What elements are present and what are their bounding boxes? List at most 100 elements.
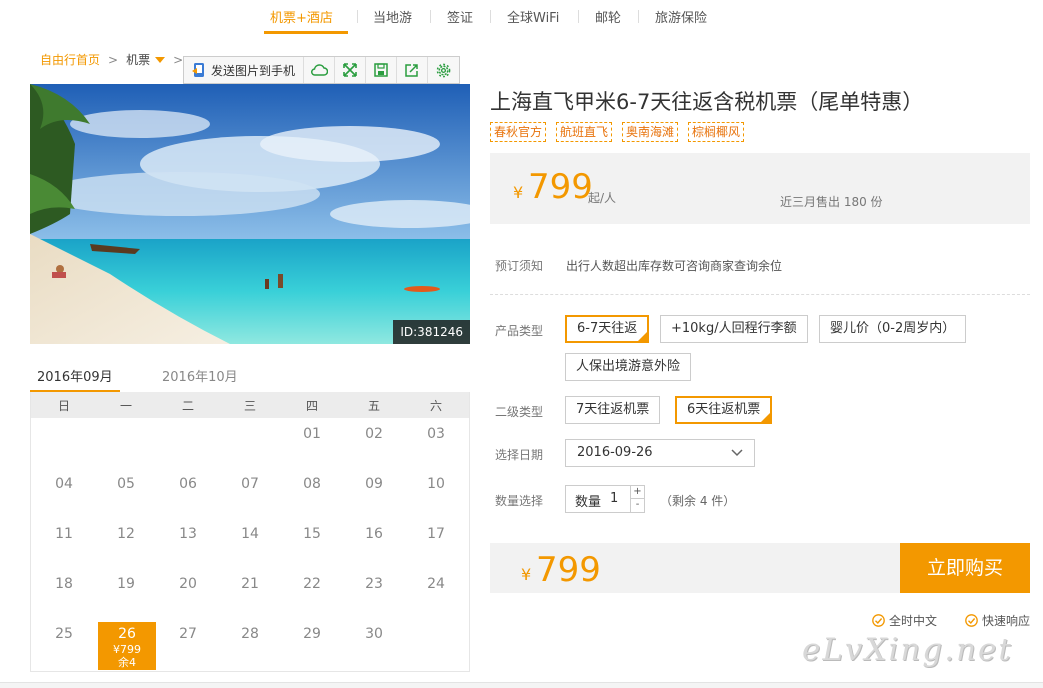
option-travel-insurance[interactable]: 人保出境游意外险: [565, 353, 692, 381]
nav-visa[interactable]: 签证: [447, 7, 473, 26]
nav-divider: [490, 10, 491, 23]
nav-flight-hotel[interactable]: 机票+酒店: [270, 7, 333, 26]
calendar-day: 12: [117, 526, 135, 542]
remaining-stock: （剩余 4 件）: [660, 494, 736, 508]
nav-cruise[interactable]: 邮轮: [595, 7, 621, 26]
price-unit: 起/人: [588, 191, 617, 205]
send-to-phone-button[interactable]: 发送图片到手机: [184, 57, 305, 83]
product-title: 上海直飞甲米6-7天往返含税机票（尾单特惠）: [490, 90, 924, 114]
settings-button[interactable]: [428, 57, 459, 83]
notice-text: 出行人数超出库存数可咨询商家查询余位: [566, 259, 783, 273]
calendar-day: 09: [365, 476, 383, 492]
weekday-label: 五: [367, 399, 380, 413]
nav-wifi[interactable]: 全球WiFi: [507, 7, 559, 26]
calendar: 日 一 二 三 四 五 六 01 02 03 04 05 06 07 08 09…: [30, 392, 470, 672]
calendar-day: 06: [179, 476, 197, 492]
quantity-label: 数量选择: [495, 494, 544, 508]
date-value: 2016-09-26: [577, 445, 653, 460]
currency-symbol: ¥: [521, 565, 532, 584]
fullscreen-button[interactable]: [335, 57, 367, 83]
watermark: eLvXing.net: [802, 632, 1013, 668]
calendar-day: 22: [303, 576, 321, 592]
calendar-day-selected[interactable]: 26 ¥799 余4: [98, 622, 156, 670]
share-icon: [405, 64, 418, 77]
assurance-fast-response: 快速响应: [965, 612, 1030, 629]
breadcrumb-ticket[interactable]: 机票: [126, 53, 150, 67]
calendar-day: 18: [55, 576, 73, 592]
option-infant-price[interactable]: 婴儿价（0-2周岁内）: [819, 315, 967, 343]
beach-image: [30, 84, 470, 344]
option-6-day-ticket[interactable]: 6天往返机票: [675, 396, 773, 424]
calendar-day: 30: [365, 626, 383, 642]
send-to-phone-label: 发送图片到手机: [211, 63, 296, 78]
caret-down-icon[interactable]: [155, 57, 166, 63]
date-label: 选择日期: [495, 448, 544, 462]
selected-day-remain: 余4: [118, 656, 136, 669]
quantity-value[interactable]: 1: [610, 491, 618, 506]
calendar-day: 29: [303, 626, 321, 642]
product-type-label: 产品类型: [495, 324, 544, 338]
sales-count: 近三月售出 180 份: [780, 195, 883, 209]
weekday-label: 二: [181, 399, 194, 413]
tab-month-oct[interactable]: 2016年10月: [162, 366, 238, 385]
calendar-day: 04: [55, 476, 73, 492]
bottom-bar: [0, 682, 1043, 688]
weekday-label: 四: [305, 399, 318, 413]
breadcrumb-separator: >: [108, 53, 119, 67]
buy-now-button[interactable]: 立即购买: [900, 543, 1030, 593]
calendar-day: 28: [241, 626, 259, 642]
selected-day-number: 26: [118, 626, 136, 642]
expand-icon: [343, 63, 357, 77]
assurance-label: 全时中文: [889, 614, 938, 628]
calendar-day: 20: [179, 576, 197, 592]
calendar-day: 07: [241, 476, 259, 492]
save-button[interactable]: [366, 57, 398, 83]
weekday-label: 三: [243, 399, 256, 413]
check-badge-icon: [872, 614, 885, 627]
phone-icon: [192, 63, 204, 77]
weekday-label: 日: [57, 399, 70, 413]
calendar-day: 27: [179, 626, 197, 642]
calendar-day: 01: [303, 426, 321, 442]
calendar-day: 21: [241, 576, 259, 592]
date-select[interactable]: 2016-09-26: [565, 439, 755, 467]
product-tag: 奥南海滩: [622, 122, 679, 142]
product-tag: 春秋官方: [490, 122, 547, 142]
quantity-increase-button[interactable]: +: [630, 486, 644, 499]
calendar-day: 08: [303, 476, 321, 492]
breadcrumb: 自由行首页 > 机票 >: [40, 51, 191, 68]
share-button[interactable]: [397, 57, 429, 83]
price-box: ¥ 799 起/人 近三月售出 180 份: [490, 153, 1030, 224]
notice-label: 预订须知: [495, 259, 544, 273]
product-photo[interactable]: ID:381246: [30, 84, 470, 344]
option-extra-baggage[interactable]: +10kg/人回程行李额: [660, 315, 808, 343]
calendar-day: 11: [55, 526, 73, 542]
nav-divider: [638, 10, 639, 23]
product-tag: 棕榈椰风: [688, 122, 745, 142]
product-tags: 春秋官方 航班直飞 奥南海滩 棕榈椰风: [490, 122, 754, 142]
option-6-7-days[interactable]: 6-7天往返: [565, 315, 650, 343]
calendar-day: 14: [241, 526, 259, 542]
photo-id-tag: ID:381246: [393, 320, 470, 344]
tab-month-sep[interactable]: 2016年09月: [37, 366, 113, 385]
weekday-label: 六: [429, 399, 442, 413]
nav-local-tour[interactable]: 当地游: [373, 7, 412, 26]
quantity-stepper[interactable]: 数量 1 + -: [565, 485, 645, 513]
calendar-day: 19: [117, 576, 135, 592]
currency-symbol: ¥: [513, 183, 524, 202]
breadcrumb-home[interactable]: 自由行首页: [40, 53, 100, 67]
nav-insurance[interactable]: 旅游保险: [655, 7, 707, 26]
nav-active-indicator: [264, 31, 348, 34]
cloud-button[interactable]: [304, 57, 336, 83]
quantity-field-label: 数量: [575, 495, 602, 510]
calendar-day: 05: [117, 476, 135, 492]
cloud-icon: [310, 64, 328, 76]
calendar-day: 13: [179, 526, 197, 542]
divider: [490, 294, 1030, 295]
nav-divider: [357, 10, 358, 23]
calendar-weekday-header: 日 一 二 三 四 五 六: [31, 392, 469, 418]
assurance-chinese-service: 全时中文: [872, 612, 937, 629]
option-7-day-ticket[interactable]: 7天往返机票: [565, 396, 661, 424]
quantity-decrease-button[interactable]: -: [630, 499, 644, 512]
calendar-day: 23: [365, 576, 383, 592]
